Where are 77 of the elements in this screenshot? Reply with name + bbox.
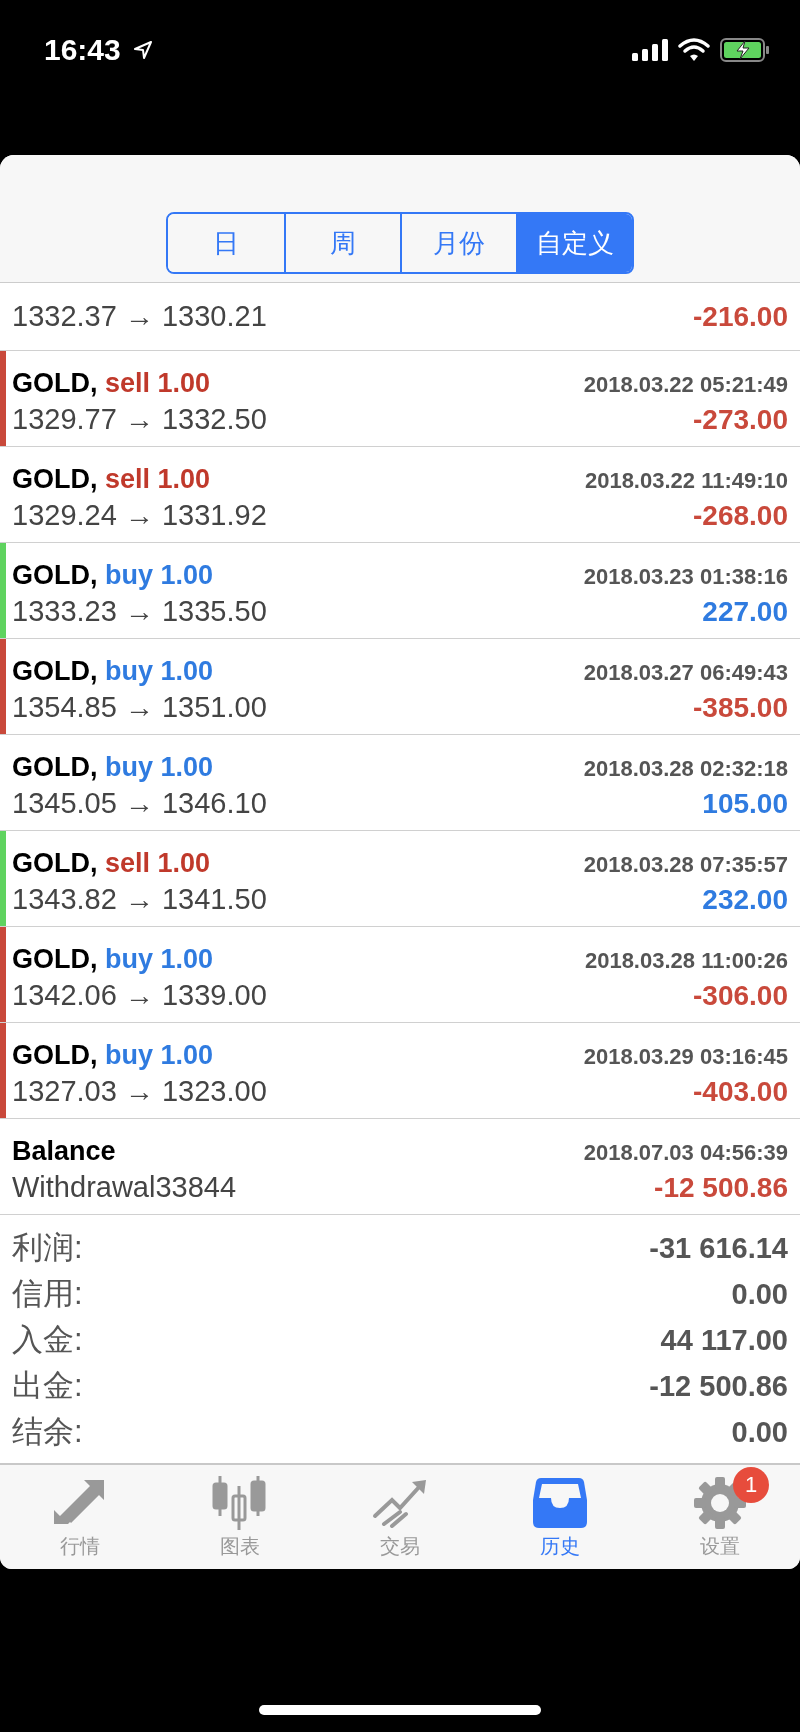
- deal-amount: 227.00: [702, 595, 788, 628]
- deal-action: buy 1.00: [105, 559, 214, 590]
- signal-icon: [632, 39, 668, 61]
- deal-time: 2018.03.28 07:35:57: [583, 851, 788, 878]
- price-range: 1354.85 → 1351.00: [12, 690, 267, 724]
- summary-label: 出金:: [12, 1367, 83, 1405]
- location-arrow-icon: [132, 40, 153, 60]
- deal-row[interactable]: GOLD, sell 1.00 2018.03.22 11:49:10 1329.24 → 1331.92 -268.00: [0, 447, 800, 543]
- deal-amount: -273.00: [693, 403, 788, 436]
- wifi-icon: [678, 38, 710, 62]
- deal-action: buy 1.00: [105, 1039, 214, 1070]
- deal-amount: -268.00: [693, 499, 788, 532]
- status-time: 16:43: [44, 33, 121, 67]
- deal-time: 2018.03.22 05:21:49: [583, 371, 788, 398]
- deal-row[interactable]: GOLD, buy 1.00 2018.03.29 03:16:45 1327.03 → 1323.00 -403.00: [0, 1023, 800, 1119]
- candlestick-icon: [212, 1475, 268, 1530]
- notification-badge: 1: [733, 1466, 769, 1503]
- deal-amount: -385.00: [693, 691, 788, 724]
- deal-symbol: GOLD,: [12, 367, 98, 398]
- price-range: 1329.24 → 1331.92: [12, 498, 267, 532]
- deal-row[interactable]: GOLD, buy 1.00 2018.03.27 06:49:43 1354.85 → 1351.00 -385.00: [0, 639, 800, 735]
- deal-time: 2018.03.27 06:49:43: [583, 659, 788, 686]
- summary-value: 0.00: [731, 1277, 788, 1311]
- balance-amount: -12 500.86: [654, 1171, 788, 1204]
- deal-action: buy 1.00: [105, 943, 214, 974]
- summary-value: -31 616.14: [649, 1231, 788, 1265]
- deal-row[interactable]: GOLD, sell 1.00 2018.03.28 07:35:57 1343.82 → 1341.50 232.00: [0, 831, 800, 927]
- summary-label: 入金:: [12, 1321, 83, 1359]
- deal-time: 2018.03.22 11:49:10: [584, 467, 788, 494]
- deal-row[interactable]: GOLD, sell 1.00 2018.03.22 05:21:49 1329.77 → 1332.50 -273.00: [0, 351, 800, 447]
- balance-time: 2018.07.03 04:56:39: [583, 1139, 788, 1166]
- period-tab[interactable]: 自定义: [516, 214, 632, 272]
- summary-value: 44 117.00: [660, 1323, 788, 1357]
- summary-label: 信用:: [12, 1275, 83, 1313]
- deal-symbol: GOLD,: [12, 1039, 98, 1070]
- price-range: 1342.06 → 1339.00: [12, 978, 267, 1012]
- summary-label: 结余:: [12, 1413, 83, 1451]
- deal-amount: -403.00: [693, 1075, 788, 1108]
- deal-action: buy 1.00: [105, 655, 214, 686]
- deal-action: sell 1.00: [105, 463, 211, 494]
- deal-action: sell 1.00: [105, 847, 211, 878]
- deal-amount: -306.00: [693, 979, 788, 1012]
- deal-action: sell 1.00: [105, 367, 211, 398]
- deal-amount: -216.00: [693, 301, 788, 333]
- deal-amount: 105.00: [702, 787, 788, 820]
- deal-row[interactable]: GOLD, buy 1.00 2018.03.23 01:38:16 1333.23 → 1335.50 227.00: [0, 543, 800, 639]
- deal-row[interactable]: GOLD, buy 1.00 2018.03.28 11:00:26 1342.06 → 1339.00 -306.00: [0, 927, 800, 1023]
- deal-symbol: GOLD,: [12, 943, 98, 974]
- price-range: 1327.03 → 1323.00: [12, 1074, 267, 1108]
- deal-symbol: GOLD,: [12, 751, 98, 782]
- price-range: 1333.23 → 1335.50: [12, 594, 267, 628]
- deal-symbol: GOLD,: [12, 847, 98, 878]
- deal-action: buy 1.00: [105, 751, 214, 782]
- deal-row[interactable]: GOLD, buy 1.00 2018.03.28 02:32:18 1345.05 → 1346.10 105.00: [0, 735, 800, 831]
- price-range: 1343.82 → 1341.50: [12, 882, 267, 916]
- summary-value: -12 500.86: [649, 1369, 788, 1403]
- tab-bar-item[interactable]: 历史: [480, 1465, 640, 1569]
- tab-bar-item[interactable]: 1 设置: [640, 1465, 800, 1569]
- deal-amount: 232.00: [702, 883, 788, 916]
- summary-label: 利润:: [12, 1229, 83, 1267]
- deal-time: 2018.03.28 02:32:18: [583, 755, 788, 782]
- price-range: 1345.05 → 1346.10: [12, 786, 267, 820]
- deal-time: 2018.03.29 03:16:45: [583, 1043, 788, 1070]
- inbox-tray-icon: [533, 1477, 587, 1528]
- deal-symbol: GOLD,: [12, 463, 98, 494]
- balance-title: Balance: [12, 1135, 116, 1167]
- deal-symbol: GOLD,: [12, 655, 98, 686]
- deal-time: 2018.03.23 01:38:16: [583, 563, 788, 590]
- price-range: 1332.37 → 1330.21: [12, 300, 267, 333]
- summary-value: 0.00: [731, 1415, 788, 1449]
- balance-comment: Withdrawal33844: [12, 1170, 237, 1204]
- price-range: 1329.77 → 1332.50: [12, 402, 267, 436]
- battery-charging-icon: [720, 38, 770, 62]
- deal-time: 2018.03.28 11:00:26: [584, 947, 788, 974]
- trend-lines-icon: [372, 1477, 428, 1528]
- deal-symbol: GOLD,: [12, 559, 98, 590]
- balance-row[interactable]: Balance 2018.07.03 04:56:39 Withdrawal33844 -12 500.86: [0, 1119, 800, 1215]
